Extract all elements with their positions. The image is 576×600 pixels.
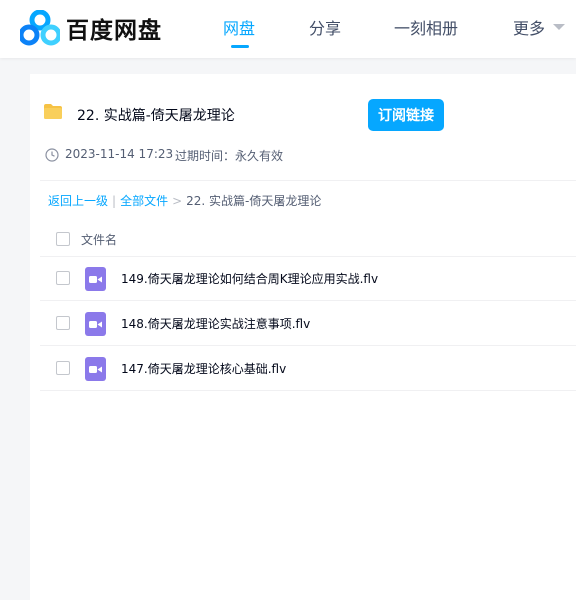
video-file-icon: [85, 267, 106, 291]
subscribe-link-button[interactable]: 订阅链接: [368, 99, 444, 131]
breadcrumb: 返回上一级 | 全部文件 > 22. 实战篇-倚天屠龙理论: [48, 192, 321, 209]
file-row[interactable]: 148.倚天屠龙理论实战注意事项.flv: [40, 301, 576, 346]
share-date: 2023-11-14 17:23: [65, 147, 174, 161]
share-title: 22. 实战篇-倚天屠龙理论: [77, 108, 235, 124]
video-file-icon: [85, 312, 106, 336]
brand-name[interactable]: 百度网盘: [66, 11, 162, 45]
caret-down-icon[interactable]: [553, 24, 565, 30]
file-row[interactable]: 149.倚天屠龙理论如何结合周K理论应用实战.flv: [40, 256, 576, 301]
breadcrumb-divider: |: [112, 193, 117, 208]
nav-active-indicator: [231, 45, 249, 48]
file-row[interactable]: 147.倚天屠龙理论核心基础.flv: [40, 346, 576, 391]
file-checkbox[interactable]: [56, 361, 70, 375]
clock-icon: [45, 148, 59, 162]
breadcrumb-back-link[interactable]: 返回上一级: [48, 192, 108, 209]
baidu-netdisk-logo-icon[interactable]: [20, 10, 60, 46]
divider: [40, 180, 576, 181]
expire-info: 过期时间：永久有效: [175, 149, 284, 163]
file-name[interactable]: 149.倚天屠龙理论如何结合周K理论应用实战.flv: [121, 270, 378, 287]
nav-share[interactable]: 分享: [309, 15, 341, 39]
breadcrumb-all-files-link[interactable]: 全部文件: [120, 192, 168, 209]
divider: [40, 390, 576, 391]
breadcrumb-current: 22. 实战篇-倚天屠龙理论: [186, 194, 322, 208]
nav-album[interactable]: 一刻相册: [394, 15, 458, 39]
nav-netdisk[interactable]: 网盘: [223, 15, 255, 39]
share-panel: 22. 实战篇-倚天屠龙理论 订阅链接 2023-11-14 17:23 过期时…: [30, 74, 576, 600]
file-name[interactable]: 147.倚天屠龙理论核心基础.flv: [121, 360, 286, 377]
column-header-filename[interactable]: 文件名: [81, 231, 117, 248]
video-file-icon: [85, 357, 106, 381]
nav-more[interactable]: 更多: [513, 15, 545, 39]
file-checkbox[interactable]: [56, 271, 70, 285]
file-checkbox[interactable]: [56, 316, 70, 330]
folder-icon: [44, 104, 62, 119]
breadcrumb-separator: >: [172, 193, 183, 208]
top-header: 百度网盘 网盘 分享 一刻相册 更多: [0, 0, 576, 58]
file-name[interactable]: 148.倚天屠龙理论实战注意事项.flv: [121, 315, 310, 332]
select-all-checkbox[interactable]: [56, 232, 70, 246]
